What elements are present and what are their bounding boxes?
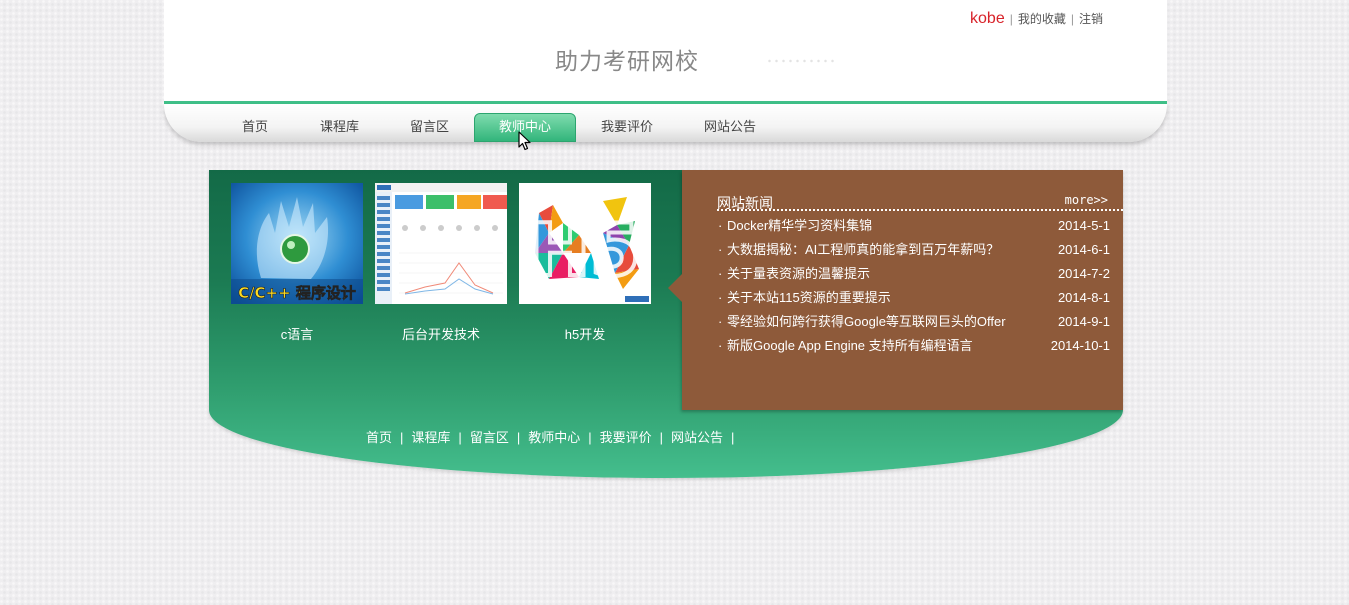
course-card-backend[interactable]: 后台开发技术 — [375, 183, 507, 343]
bullet: · — [718, 218, 723, 233]
main-nav: 首页 课程库 留言区 教师中心 我要评价 网站公告 — [164, 104, 1167, 142]
news-arrow — [668, 274, 682, 302]
news-item-date: 2014-8-1 — [1057, 290, 1110, 305]
bullet: · — [718, 242, 723, 257]
nav-review[interactable]: 我要评价 — [601, 114, 653, 142]
news-list: · Docker精华学习资料集锦 2014-5-1 · 大数据揭秘：AI工程师真的能拿… — [718, 214, 1110, 358]
news-item-title[interactable]: 零经验如何跨行获得Google等互联网巨头的Offer — [727, 314, 1006, 329]
main-panel: C/C++ 程序设计 c语言 后台开发技术 H5 h5开发 网站新闻 more>… — [209, 170, 1123, 478]
footer-link-teacher-center[interactable]: 教师中心 — [528, 430, 580, 445]
username[interactable]: kobe — [970, 10, 1005, 27]
news-item-title[interactable]: Docker精华学习资料集锦 — [727, 218, 872, 233]
course-card-c[interactable]: C/C++ 程序设计 c语言 — [231, 183, 363, 343]
news-more-link[interactable]: more>> — [1065, 193, 1108, 207]
news-item-title[interactable]: 新版Google App Engine 支持所有编程语言 — [727, 338, 973, 353]
news-item-date: 2014-7-2 — [1057, 266, 1110, 281]
favorites-link[interactable]: 我的收藏 — [1018, 12, 1066, 26]
news-item[interactable]: · Docker精华学习资料集锦 2014-5-1 — [718, 214, 1110, 238]
bullet: · — [718, 338, 723, 353]
nav-announcements[interactable]: 网站公告 — [704, 114, 756, 142]
nav-message-board[interactable]: 留言区 — [410, 114, 449, 142]
mouse-cursor-icon — [518, 131, 531, 151]
news-item-title[interactable]: 大数据揭秘：AI工程师真的能拿到百万年薪吗？ — [727, 242, 999, 257]
separator: | — [1009, 12, 1013, 26]
news-item-date: 2014-10-1 — [1050, 338, 1110, 353]
bullet: · — [718, 290, 723, 305]
decorative-dots — [766, 58, 838, 64]
bullet: · — [718, 266, 723, 281]
news-item-title[interactable]: 关于量表资源的温馨提示 — [727, 266, 870, 281]
user-bar: kobe | 我的收藏 | 注销 — [970, 10, 1103, 28]
course-thumbnail-backend[interactable] — [375, 183, 507, 304]
news-item[interactable]: · 关于量表资源的温馨提示 2014-7-2 — [718, 262, 1110, 286]
header: kobe | 我的收藏 | 注销 助力考研网校 — [164, 0, 1167, 104]
footer-links: 首页 | 课程库 | 留言区 | 教师中心 | 我要评价 | 网站公告 | — [366, 427, 742, 446]
site-title: 助力考研网校 — [555, 48, 699, 74]
course-label[interactable]: 后台开发技术 — [375, 324, 507, 343]
course-thumbnail-c[interactable]: C/C++ 程序设计 — [231, 183, 363, 304]
footer-link-message-board[interactable]: 留言区 — [470, 430, 509, 445]
course-label[interactable]: c语言 — [231, 324, 363, 343]
separator: | — [731, 430, 735, 445]
footer-link-announcements[interactable]: 网站公告 — [671, 430, 723, 445]
news-item-date: 2014-5-1 — [1057, 218, 1110, 233]
course-thumbnail-h5[interactable]: H5 — [519, 183, 651, 304]
news-item[interactable]: · 新版Google App Engine 支持所有编程语言 2014-10-1 — [718, 334, 1110, 358]
course-label[interactable]: h5开发 — [519, 324, 651, 343]
course-card-h5[interactable]: H5 h5开发 — [519, 183, 651, 343]
news-panel: 网站新闻 more>> · Docker精华学习资料集锦 2014-5-1 · 大数据… — [668, 170, 1123, 410]
news-item-date: 2014-6-1 — [1057, 242, 1110, 257]
footer-link-review[interactable]: 我要评价 — [600, 430, 652, 445]
separator: | — [659, 430, 664, 445]
footer-link-home[interactable]: 首页 — [366, 430, 392, 445]
thumb-caption: H5 — [530, 208, 640, 292]
news-item-title[interactable]: 关于本站115资源的重要提示 — [727, 290, 891, 305]
news-item[interactable]: · 大数据揭秘：AI工程师真的能拿到百万年薪吗？ 2014-6-1 — [718, 238, 1110, 262]
logout-link[interactable]: 注销 — [1079, 12, 1103, 26]
separator: | — [588, 430, 592, 445]
separator: | — [400, 430, 404, 445]
thumb-caption: C/C++ 程序设计 — [238, 284, 356, 302]
news-item[interactable]: · 零经验如何跨行获得Google等互联网巨头的Offer 2014-9-1 — [718, 310, 1110, 334]
separator: | — [516, 430, 521, 445]
news-item[interactable]: · 关于本站115资源的重要提示 2014-8-1 — [718, 286, 1110, 310]
nav-home[interactable]: 首页 — [242, 114, 268, 142]
bullet: · — [718, 314, 723, 329]
footer-link-course-library[interactable]: 课程库 — [411, 430, 450, 445]
separator: | — [1070, 12, 1074, 26]
news-item-date: 2014-9-1 — [1057, 314, 1110, 329]
separator: | — [458, 430, 462, 445]
nav-course-library[interactable]: 课程库 — [320, 114, 359, 142]
news-divider — [717, 209, 1123, 211]
